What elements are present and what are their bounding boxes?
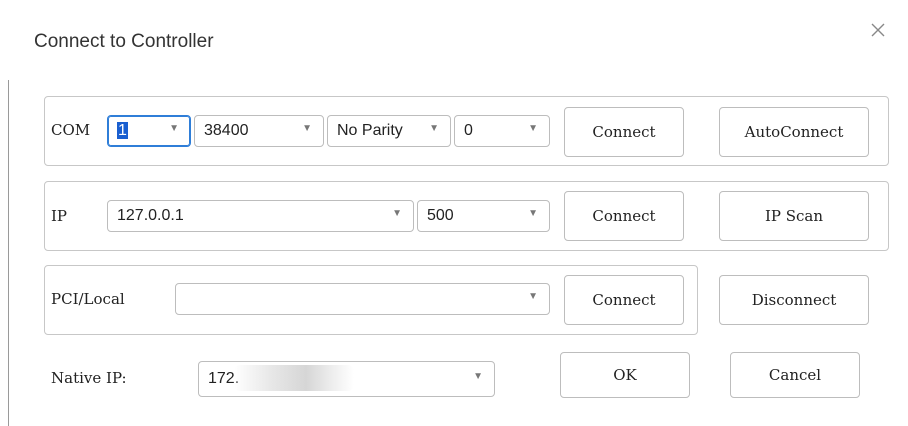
pci-label: PCI/Local — [51, 290, 125, 308]
com-port-select[interactable]: 1 ▼ — [107, 115, 191, 147]
stop-bits-select[interactable]: 0 ▼ — [454, 115, 550, 147]
ip-port-value: 500 — [427, 207, 454, 224]
ip-address-select[interactable]: 127.0.0.1 ▼ — [107, 200, 414, 232]
parity-select[interactable]: No Parity ▼ — [327, 115, 451, 147]
chevron-down-icon: ▼ — [429, 123, 439, 134]
chevron-down-icon: ▼ — [528, 208, 538, 219]
connect-dialog: Connect to Controller COM 1 ▼ 38400 ▼ No… — [0, 0, 908, 426]
chevron-down-icon: ▼ — [302, 123, 312, 134]
chevron-down-icon: ▼ — [528, 291, 538, 302]
disconnect-button[interactable]: Disconnect — [719, 275, 869, 325]
native-ip-label: Native IP: — [51, 369, 127, 387]
ok-button[interactable]: OK — [560, 352, 690, 398]
close-icon[interactable] — [866, 18, 890, 42]
stop-bits-value: 0 — [464, 122, 473, 139]
dialog-title: Connect to Controller — [34, 31, 214, 52]
chevron-down-icon: ▼ — [169, 123, 179, 134]
ip-scan-button[interactable]: IP Scan — [719, 191, 869, 241]
autoconnect-button[interactable]: AutoConnect — [719, 107, 869, 157]
baud-rate-select[interactable]: 38400 ▼ — [194, 115, 324, 147]
ip-label: IP — [51, 207, 68, 225]
baud-rate-value: 38400 — [204, 122, 249, 139]
ip-address-value: 127.0.0.1 — [117, 207, 184, 224]
redaction-blur — [234, 365, 354, 391]
pci-connect-button[interactable]: Connect — [564, 275, 684, 325]
ip-connect-button[interactable]: Connect — [564, 191, 684, 241]
com-port-value: 1 — [117, 122, 128, 139]
dialog-border — [8, 80, 9, 426]
chevron-down-icon: ▼ — [528, 123, 538, 134]
chevron-down-icon: ▼ — [392, 208, 402, 219]
cancel-button[interactable]: Cancel — [730, 352, 860, 398]
parity-value: No Parity — [337, 122, 403, 139]
pci-local-select[interactable]: ▼ — [175, 283, 550, 315]
com-connect-button[interactable]: Connect — [564, 107, 684, 157]
ip-port-select[interactable]: 500 ▼ — [417, 200, 550, 232]
chevron-down-icon: ▼ — [473, 371, 483, 382]
com-label: COM — [51, 121, 91, 139]
